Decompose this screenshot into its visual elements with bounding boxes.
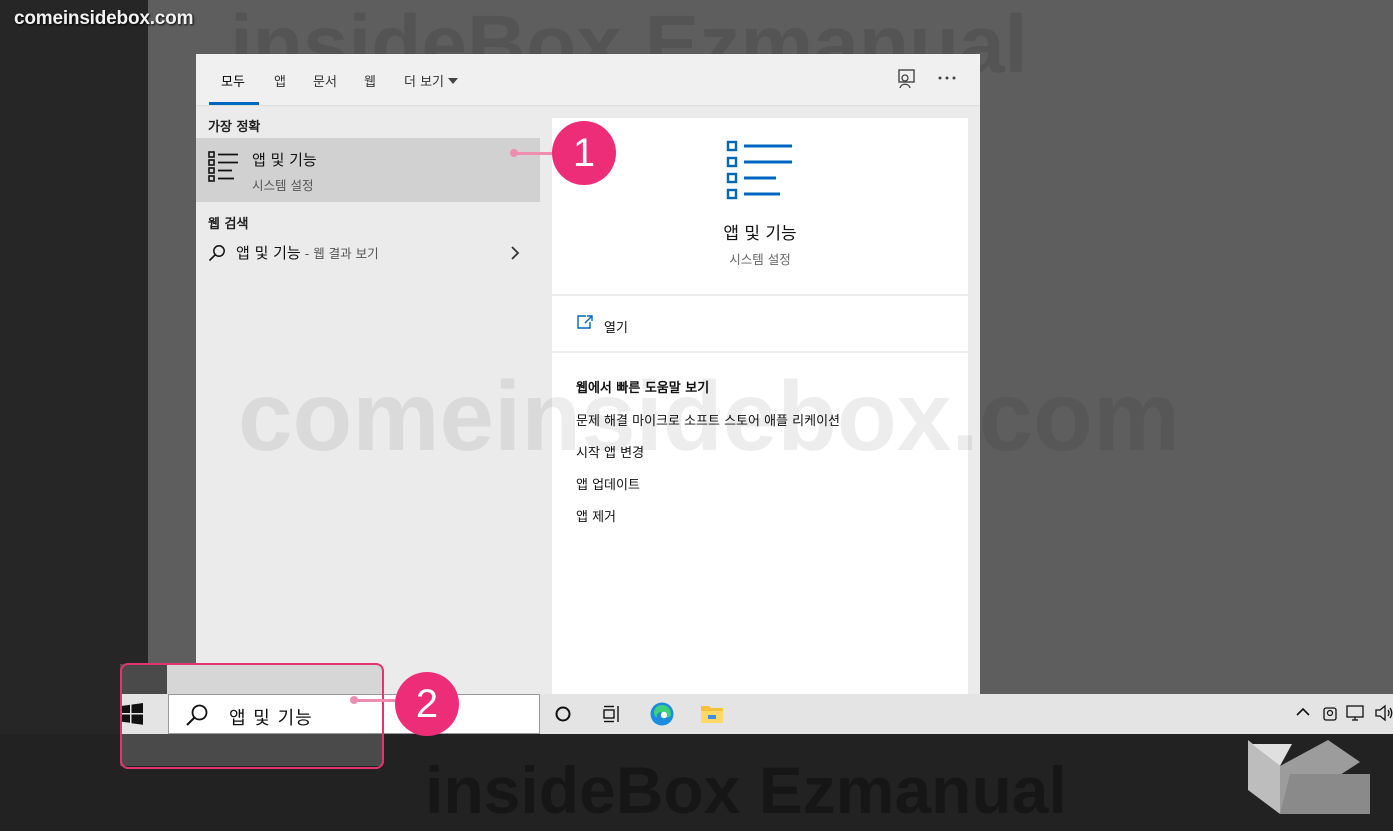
help-link[interactable]: 앱 제거 [576, 506, 616, 525]
chevron-right-icon[interactable] [510, 246, 520, 260]
divider [552, 351, 968, 353]
tab-apps[interactable]: 앱 [274, 71, 286, 90]
tab-more-label: 더 보기 [404, 75, 445, 90]
best-match-title: 앱 및 기능 [252, 151, 317, 169]
callout-badge: 2 [395, 672, 459, 736]
site-watermark: comeinsidebox.com [14, 8, 194, 29]
best-match-heading: 가장 정확 [208, 120, 261, 135]
chevron-up-icon[interactable] [1296, 707, 1310, 717]
help-heading: 웹에서 빠른 도움말 보기 [576, 381, 710, 396]
tab-web[interactable]: 웹 [364, 71, 376, 90]
cortana-icon[interactable] [554, 705, 572, 723]
feedback-icon[interactable] [896, 68, 918, 90]
network-icon[interactable] [1346, 704, 1366, 722]
help-link[interactable]: 앱 업데이트 [576, 474, 640, 493]
preview-pane: 앱 및 기능 시스템 설정 열기 웹에서 빠른 도움말 보기 문제 해결 마이크… [552, 118, 968, 694]
meet-now-icon[interactable] [1322, 704, 1338, 722]
open-label: 열기 [604, 321, 628, 336]
file-explorer-icon[interactable] [700, 703, 724, 725]
callout-leader [355, 699, 397, 702]
open-action[interactable]: 열기 [576, 314, 628, 336]
web-search-query-text: 앱 및 기능 [236, 244, 301, 262]
divider [552, 294, 968, 296]
results-list: 가장 정확 앱 및 기능 시스템 설정 웹 검색 앱 및 기능 - 웹 결과 보… [196, 106, 540, 694]
callout-leader-dot [350, 696, 358, 704]
task-view-icon[interactable] [602, 705, 622, 723]
insidebox-logo [1248, 740, 1370, 814]
filter-tabs: 모두 앱 문서 웹 더 보기 [196, 54, 980, 106]
help-link[interactable]: 문제 해결 마이크로 소프트 스토어 애플 리케이션 [576, 410, 840, 429]
search-icon [208, 245, 225, 262]
tab-documents[interactable]: 문서 [313, 71, 337, 90]
callout-leader-dot [510, 149, 518, 157]
tab-all[interactable]: 모두 [221, 71, 245, 90]
apps-features-large-icon [726, 140, 792, 200]
tab-more[interactable]: 더 보기 [404, 71, 459, 90]
callout-leader [515, 152, 555, 155]
volume-icon[interactable] [1374, 704, 1393, 722]
more-options-icon[interactable] [937, 75, 957, 81]
web-search-item[interactable]: 앱 및 기능 - 웹 결과 보기 [196, 236, 540, 268]
apps-features-icon [208, 151, 238, 182]
web-search-query: 앱 및 기능 - 웹 결과 보기 [236, 242, 379, 263]
web-search-suffix: - 웹 결과 보기 [300, 246, 379, 261]
best-match-item[interactable]: 앱 및 기능 시스템 설정 [196, 138, 540, 202]
web-search-heading: 웹 검색 [208, 217, 249, 232]
help-link[interactable]: 시작 앱 변경 [576, 442, 644, 461]
preview-subtitle: 시스템 설정 [729, 252, 791, 267]
tab-active-indicator [209, 102, 259, 105]
preview-title: 앱 및 기능 [723, 224, 797, 244]
callout-badge: 1 [552, 121, 616, 185]
open-icon [577, 315, 593, 329]
best-match-subtitle: 시스템 설정 [252, 178, 314, 193]
edge-browser-icon[interactable] [649, 701, 675, 727]
search-highlight-frame [120, 663, 384, 769]
desktop-left [0, 0, 148, 694]
caret-down-icon [448, 78, 459, 84]
